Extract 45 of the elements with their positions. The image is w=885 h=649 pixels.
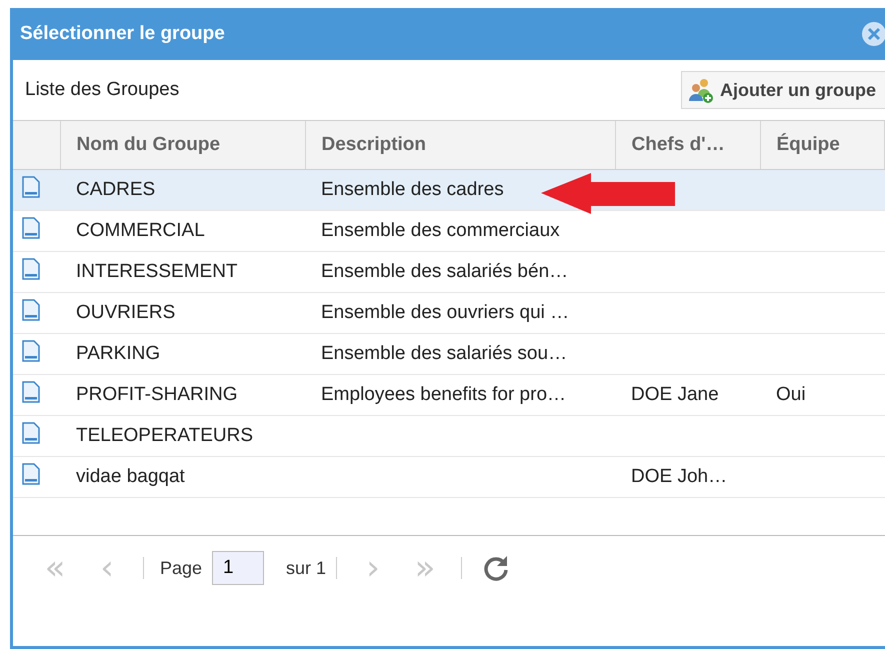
table-cell: Ensemble des commerciaux [321, 220, 560, 241]
page-label: Page [160, 558, 202, 578]
table-cell: TELEOPERATEURS [76, 425, 254, 446]
table-cell: PARKING [76, 343, 160, 364]
table-cell: INTERESSEMENT [76, 261, 238, 282]
table-row[interactable]: INTERESSEMENT Ensemble des salariés bén… [13, 252, 884, 292]
document-icon [21, 463, 41, 485]
table-row[interactable]: vidae bagqat DOE Joh… [13, 456, 884, 498]
document-icon [21, 340, 41, 362]
table-cell: PROFIT-SHARING [76, 384, 238, 405]
table-cell: Ensemble des cadres [321, 179, 504, 200]
document-icon [21, 176, 41, 198]
page-count: sur 1 [286, 558, 326, 578]
refresh-icon[interactable] [482, 554, 510, 582]
document-icon [21, 422, 41, 444]
table-row[interactable]: OUVRIERS Ensemble des ouvriers qui … [13, 292, 884, 334]
list-title: Liste des Groupes [25, 79, 180, 101]
add-group-button[interactable]: Ajouter un groupe [681, 71, 885, 109]
document-icon [21, 258, 41, 280]
column-header[interactable]: Description [305, 121, 615, 170]
table-cell: OUVRIERS [76, 302, 176, 323]
column-header[interactable]: Nom du Groupe [60, 121, 305, 170]
document-icon [21, 381, 41, 403]
window-title: Sélectionner le groupe [20, 23, 225, 45]
page-input[interactable]: 1 [212, 551, 264, 585]
table-cell: vidae bagqat [76, 466, 185, 487]
table-cell: DOE Jane [631, 384, 719, 405]
table-row[interactable]: CADRES Ensemble des cadres [13, 170, 884, 210]
column-header[interactable]: Chefs d'… [615, 121, 760, 170]
document-icon [21, 217, 41, 239]
table-row[interactable]: PARKING Ensemble des salariés sou… [13, 334, 884, 374]
document-icon [21, 299, 41, 321]
table-row[interactable]: PROFIT-SHARING Employees benefits for pro… DOE Jane Oui [13, 374, 884, 416]
add-users-icon [688, 77, 714, 103]
table-cell: Ensemble des ouvriers qui … [321, 302, 570, 323]
table-row[interactable]: TELEOPERATEURS [13, 416, 884, 456]
table-cell: Ensemble des salariés bén… [321, 261, 568, 282]
table-cell: COMMERCIAL [76, 220, 205, 241]
table-cell: Oui [776, 384, 806, 405]
table-cell: DOE Joh… [631, 466, 728, 487]
table-row[interactable]: COMMERCIAL Ensemble des commerciaux [13, 210, 884, 252]
table-cell: Employees benefits for pro… [321, 384, 566, 405]
table-cell: CADRES [76, 179, 156, 200]
column-header[interactable]: Équipe [760, 121, 884, 170]
table-cell: Ensemble des salariés sou… [321, 343, 568, 364]
